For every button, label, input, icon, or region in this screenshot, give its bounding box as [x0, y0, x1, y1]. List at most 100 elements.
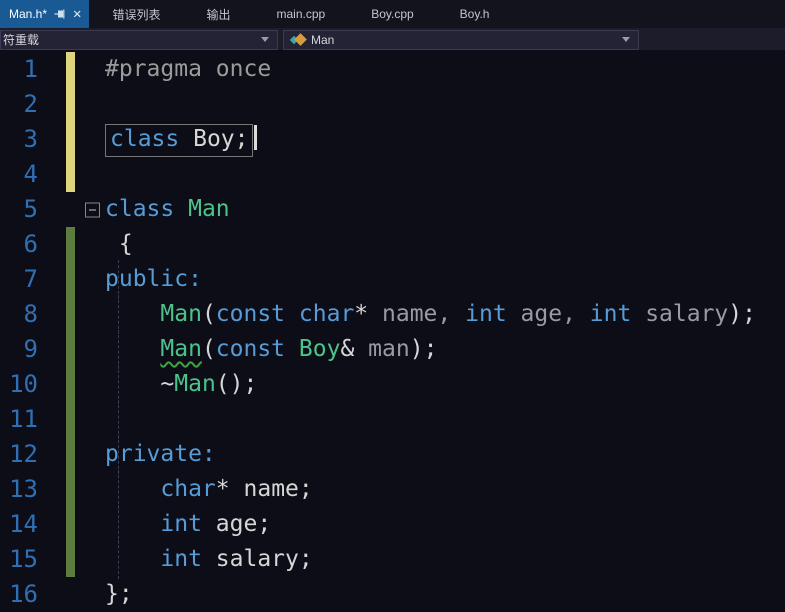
line-number: 6	[23, 230, 38, 258]
change-indicator-none	[66, 577, 75, 612]
code-text[interactable]: #pragma once	[105, 52, 785, 87]
tab-错误列表[interactable]: 错误列表	[89, 0, 183, 28]
code-line: 10 ~Man();	[0, 365, 785, 404]
code-text[interactable]	[105, 157, 785, 192]
code-token: int	[589, 301, 632, 327]
code-editor: 1 #pragma once 2 3 class Boy; 4 5 class Man 6 {7…	[0, 50, 785, 612]
line-number: 7	[23, 265, 38, 293]
code-token: age,	[520, 301, 576, 327]
code-token: );	[728, 301, 756, 327]
code-line: 7 public:	[0, 260, 785, 299]
background-tabs: 错误列表 输出 main.cpp Boy.cpp Boy.h	[89, 0, 512, 28]
code-text[interactable]: ~Man();	[105, 365, 785, 404]
change-indicator-green	[66, 297, 75, 332]
line-number: 4	[23, 160, 38, 188]
code-token: int	[160, 511, 202, 537]
code-text[interactable]: };	[105, 577, 785, 612]
code-text[interactable]: class Boy;	[105, 122, 785, 157]
scope-dropdown-label: 符重载	[3, 33, 40, 47]
fold-gutter	[75, 542, 105, 577]
fold-gutter	[75, 472, 105, 507]
code-token: &	[340, 336, 355, 362]
code-line: 8 Man(const char* name, int age, int sal…	[0, 295, 785, 334]
breakpoint-margin[interactable]	[38, 507, 66, 542]
code-line: 3 class Boy;	[0, 122, 785, 157]
breakpoint-margin[interactable]	[38, 192, 66, 227]
change-indicator-green	[66, 262, 75, 297]
code-text[interactable]	[105, 400, 785, 439]
code-token: {	[105, 231, 133, 257]
fold-collapse-toggle[interactable]	[85, 202, 100, 217]
code-text[interactable]: int salary;	[105, 540, 785, 579]
line-number: 16	[9, 580, 38, 608]
breakpoint-margin[interactable]	[38, 542, 66, 577]
code-text[interactable]: {	[105, 227, 785, 262]
scope-dropdown[interactable]: 符重载	[0, 29, 278, 50]
line-number: 5	[23, 195, 38, 223]
breakpoint-margin[interactable]	[38, 297, 66, 332]
code-token: Man	[160, 301, 202, 327]
code-token: ~	[160, 371, 175, 397]
code-token: salary	[645, 301, 729, 327]
change-indicator-green	[66, 402, 75, 437]
change-indicator-yellow	[66, 157, 75, 192]
code-token: age;	[215, 511, 272, 537]
code-token: #pragma once	[105, 56, 272, 82]
code-line: 14 int age;	[0, 505, 785, 544]
breakpoint-margin[interactable]	[38, 262, 66, 297]
code-token: name,	[382, 301, 452, 327]
line-number: 15	[9, 545, 38, 573]
tab-main.cpp[interactable]: main.cpp	[254, 0, 349, 28]
change-indicator-green	[66, 332, 75, 367]
change-indicator-green	[66, 437, 75, 472]
tab-Boy.cpp[interactable]: Boy.cpp	[348, 0, 436, 28]
breakpoint-margin[interactable]	[38, 157, 66, 192]
code-line: 2	[0, 87, 785, 122]
code-token: salary;	[215, 546, 313, 572]
breakpoint-margin[interactable]	[38, 472, 66, 507]
breakpoint-margin[interactable]	[38, 402, 66, 437]
tab-Boy.h[interactable]: Boy.h	[437, 0, 513, 28]
code-text[interactable]	[105, 87, 785, 122]
code-token: public:	[105, 266, 202, 292]
code-token: const	[215, 336, 286, 362]
breakpoint-margin[interactable]	[38, 87, 66, 122]
code-text[interactable]: public:	[105, 260, 785, 299]
line-number: 2	[23, 90, 38, 118]
tab-man-h-active[interactable]: Man.h* ✕	[0, 0, 90, 28]
breakpoint-margin[interactable]	[38, 332, 66, 367]
change-indicator-green	[66, 367, 75, 402]
member-dropdown-label: Man	[311, 32, 335, 47]
chevron-down-icon	[261, 37, 269, 42]
breakpoint-margin[interactable]	[38, 52, 66, 87]
breakpoint-margin[interactable]	[38, 227, 66, 262]
close-icon[interactable]: ✕	[73, 7, 81, 21]
breakpoint-margin[interactable]	[38, 367, 66, 402]
breakpoint-margin[interactable]	[38, 577, 66, 612]
code-text[interactable]: char* name;	[105, 470, 785, 509]
code-line: 9 Man(const Boy& man);	[0, 330, 785, 369]
breakpoint-margin[interactable]	[38, 122, 66, 157]
code-text[interactable]: int age;	[105, 505, 785, 544]
code-text[interactable]: class Man	[105, 192, 785, 227]
document-tab-bar: Man.h* ✕ 错误列表 输出 main.cpp Boy.cpp Boy.h	[0, 0, 785, 28]
code-text[interactable]: private:	[105, 435, 785, 474]
code-line: 12 private:	[0, 435, 785, 474]
pin-icon[interactable]	[54, 8, 66, 20]
code-line: 4	[0, 157, 785, 192]
code-text[interactable]: Man(const char* name, int age, int salar…	[105, 295, 785, 334]
code-text[interactable]: Man(const Boy& man);	[105, 330, 785, 369]
tab-输出[interactable]: 输出	[183, 0, 253, 28]
member-dropdown[interactable]: Man	[283, 29, 639, 50]
breakpoint-margin[interactable]	[38, 437, 66, 472]
code-line: 15 int salary;	[0, 540, 785, 579]
